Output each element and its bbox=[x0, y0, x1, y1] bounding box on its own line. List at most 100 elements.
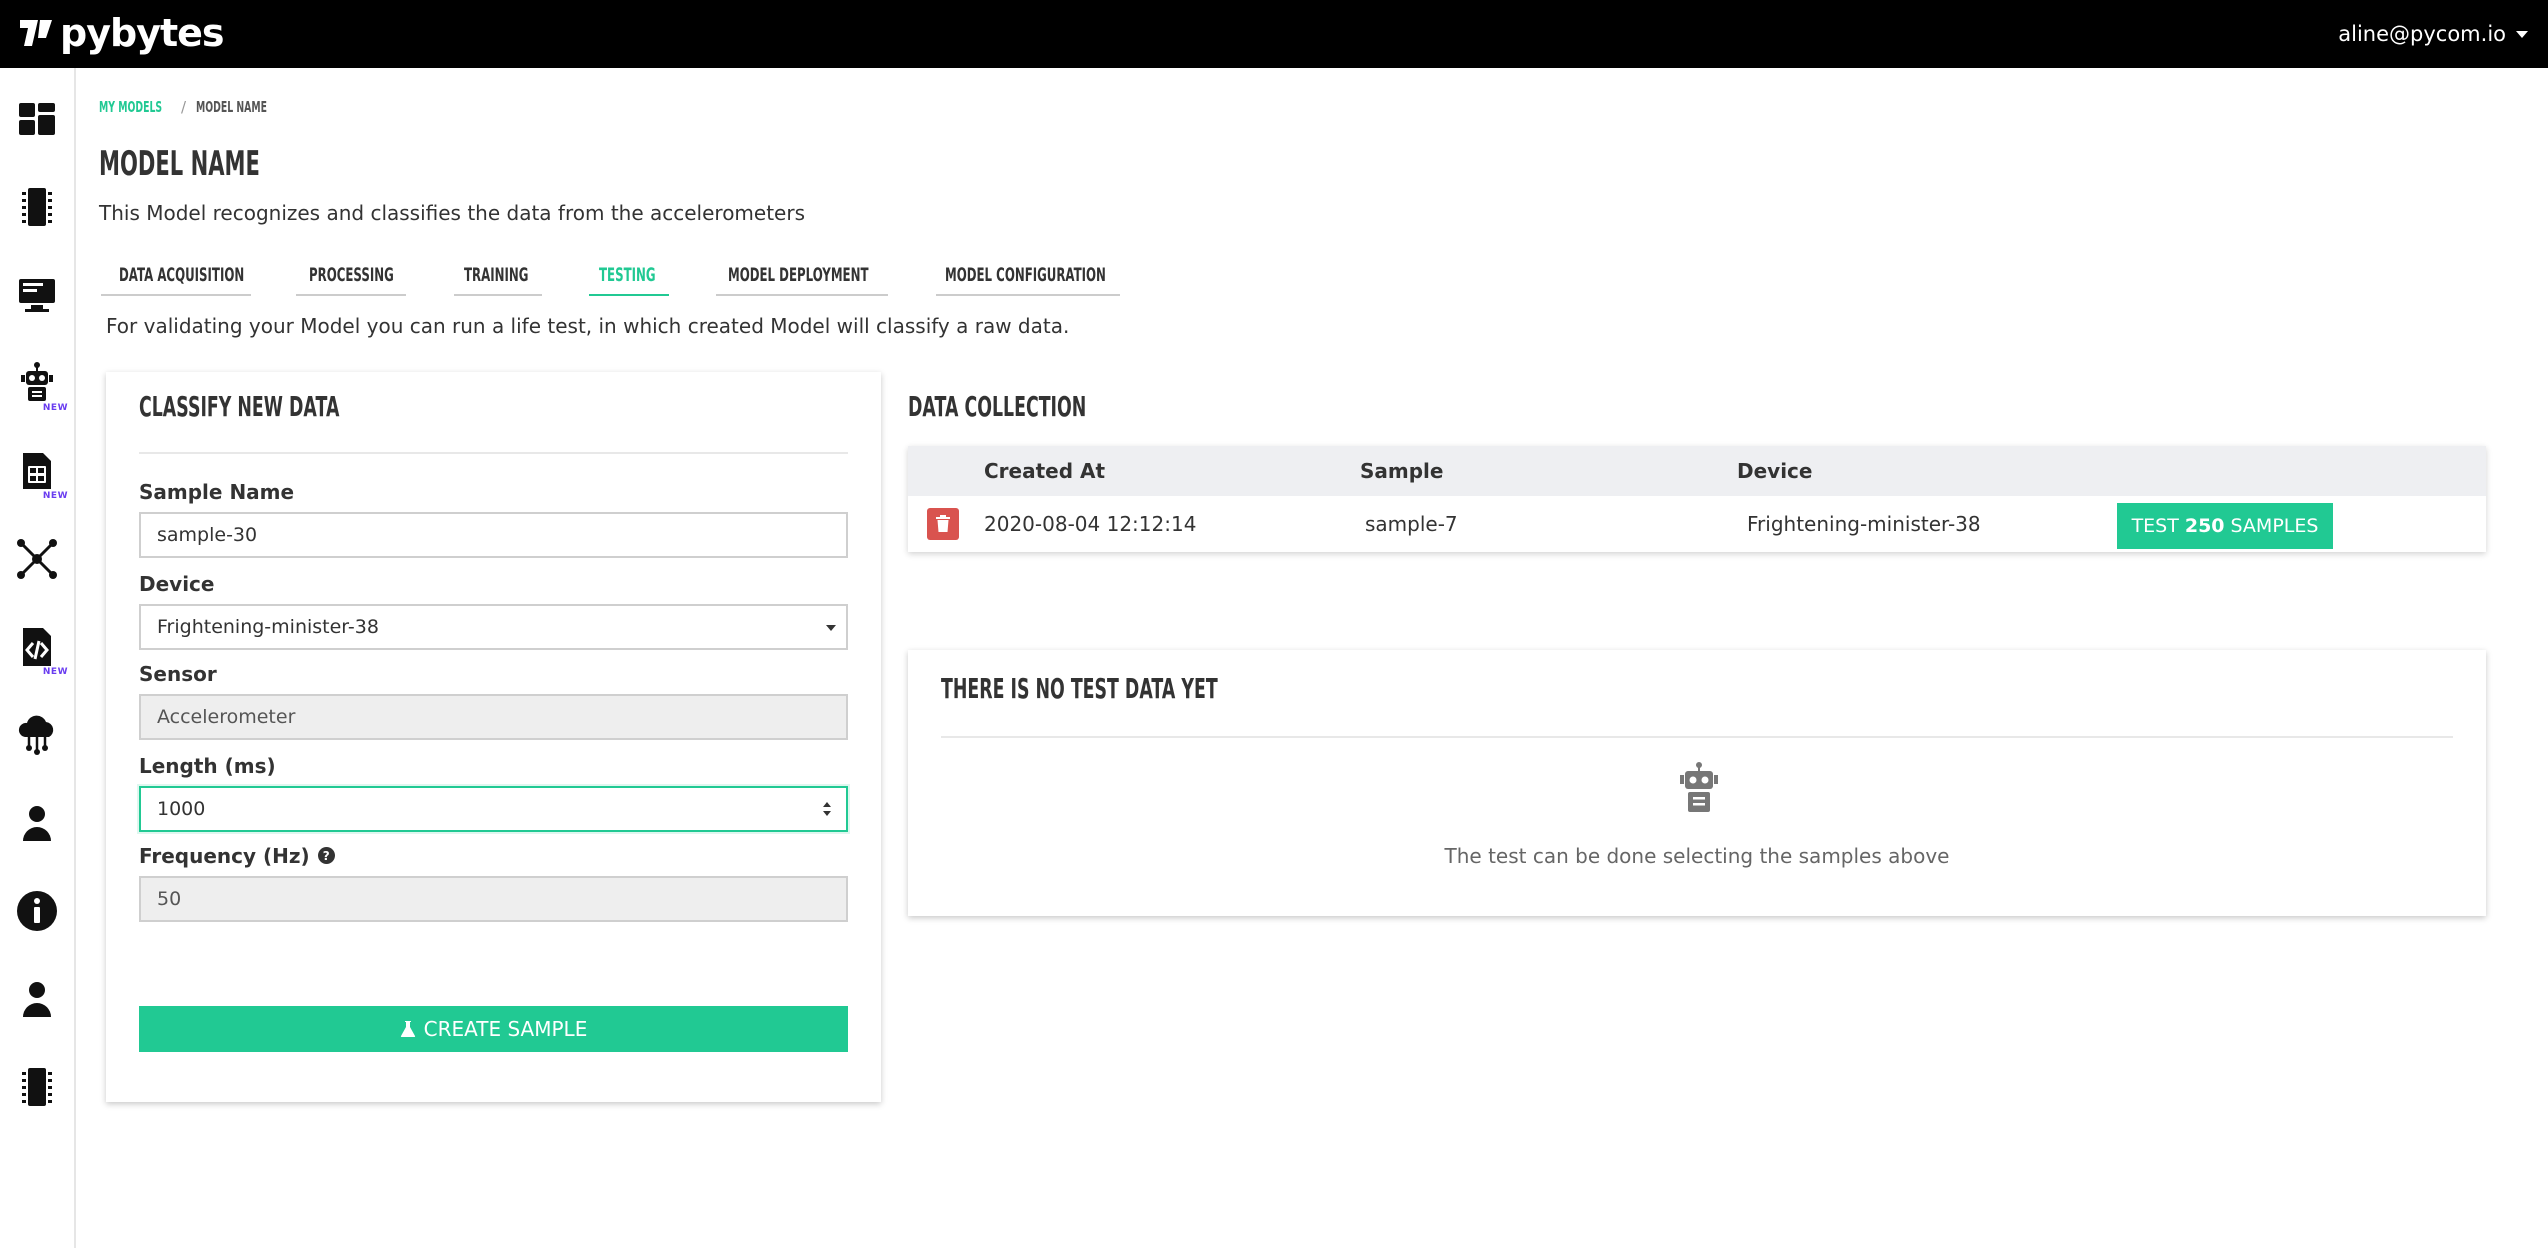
page-description: This Model recognizes and classifies the… bbox=[99, 201, 806, 225]
account-icon bbox=[23, 982, 51, 1017]
frequency-label-text: Frequency (Hz) bbox=[139, 844, 310, 868]
device-chip-icon bbox=[22, 1068, 52, 1106]
create-sample-button[interactable]: CREATE SAMPLE bbox=[139, 1006, 848, 1052]
tab-model-deployment[interactable]: MODEL DEPLOYMENT bbox=[716, 256, 888, 296]
new-badge: NEW bbox=[42, 667, 68, 677]
cell-device: Frightening-minister-38 bbox=[1747, 512, 1981, 536]
user-icon bbox=[23, 806, 51, 841]
sidebar-item-machine-learning[interactable]: NEW bbox=[0, 351, 74, 415]
card-divider bbox=[941, 736, 2453, 738]
tab-testing[interactable]: TESTING bbox=[589, 256, 669, 296]
new-badge: NEW bbox=[42, 403, 68, 413]
caret-down-icon bbox=[2516, 30, 2528, 38]
new-badge: NEW bbox=[42, 491, 68, 501]
cell-sample: sample-7 bbox=[1365, 512, 1458, 536]
tab-label: MODEL CONFIGURATION bbox=[945, 264, 1106, 286]
test-suffix: SAMPLES bbox=[2230, 515, 2319, 537]
tab-label: MODEL DEPLOYMENT bbox=[728, 264, 869, 286]
cell-created-at: 2020-08-04 12:12:14 bbox=[984, 512, 1197, 536]
trash-icon bbox=[936, 515, 950, 532]
column-created-at: Created At bbox=[984, 459, 1106, 483]
sim-card-icon bbox=[23, 453, 51, 489]
sensor-label: Sensor bbox=[139, 662, 217, 686]
breadcrumb-separator: / bbox=[181, 98, 187, 116]
pybytes-logo-icon bbox=[20, 20, 52, 46]
tab-label: TESTING bbox=[599, 264, 656, 286]
dashboard-icon bbox=[19, 103, 55, 135]
card-divider bbox=[139, 452, 848, 454]
frequency-label: Frequency (Hz)? bbox=[139, 844, 335, 868]
column-device: Device bbox=[1737, 459, 1813, 483]
pybytes-logo[interactable]: pybytes bbox=[18, 10, 224, 56]
projects-icon bbox=[19, 279, 55, 312]
sidebar-item-users[interactable] bbox=[0, 791, 74, 855]
logo-text: pybytes bbox=[60, 11, 224, 55]
sidebar-item-account[interactable] bbox=[0, 967, 74, 1031]
main-content: MY MODELS / MODEL NAME MODEL NAME This M… bbox=[99, 68, 2529, 1248]
delete-sample-button[interactable] bbox=[927, 508, 959, 540]
robot-icon bbox=[1680, 762, 1718, 812]
tab-label: TRAINING bbox=[464, 264, 529, 286]
length-value: 1000 bbox=[157, 798, 206, 820]
data-collection-title: DATA COLLECTION bbox=[908, 390, 1087, 423]
caret-down-icon bbox=[826, 625, 836, 631]
breadcrumb: MY MODELS / MODEL NAME bbox=[99, 97, 276, 117]
flask-icon bbox=[400, 1021, 415, 1037]
device-label: Device bbox=[139, 572, 215, 596]
sidebar-item-dashboard[interactable] bbox=[0, 87, 74, 151]
test-count: 250 bbox=[2184, 515, 2225, 537]
sidebar-item-firmware[interactable]: NEW bbox=[0, 615, 74, 679]
classify-new-data-card: CLASSIFY NEW DATA Sample Name sample-30 … bbox=[106, 372, 881, 1102]
network-icon bbox=[17, 539, 57, 579]
test-results-title: THERE IS NO TEST DATA YET bbox=[941, 672, 1218, 705]
breadcrumb-my-models-link[interactable]: MY MODELS bbox=[99, 98, 162, 116]
sidebar-item-info[interactable] bbox=[0, 879, 74, 943]
user-menu[interactable]: aline@pycom.io bbox=[2338, 0, 2528, 68]
help-icon[interactable]: ? bbox=[317, 847, 335, 864]
device-select-value: Frightening-minister-38 bbox=[157, 616, 379, 638]
table-header: Created At Sample Device bbox=[908, 446, 2486, 496]
tab-training[interactable]: TRAINING bbox=[454, 256, 542, 296]
page-title: MODEL NAME bbox=[99, 144, 260, 184]
sensor-value: Accelerometer bbox=[157, 706, 296, 728]
sidebar-item-networks[interactable] bbox=[0, 527, 74, 591]
breadcrumb-current: MODEL NAME bbox=[196, 98, 268, 116]
sidebar-item-integrations[interactable] bbox=[0, 703, 74, 767]
column-sample: Sample bbox=[1360, 459, 1444, 483]
sidebar-item-sim-cards[interactable]: NEW bbox=[0, 439, 74, 503]
frequency-value: 50 bbox=[157, 888, 182, 910]
tab-label: DATA ACQUISITION bbox=[118, 264, 244, 286]
sidebar-item-device-settings[interactable] bbox=[0, 1055, 74, 1119]
tab-processing[interactable]: PROCESSING bbox=[296, 256, 406, 296]
info-icon bbox=[17, 891, 57, 931]
test-samples-button[interactable]: TEST 250 SAMPLES bbox=[2117, 503, 2333, 549]
devices-icon bbox=[22, 188, 52, 226]
frequency-input: 50 bbox=[139, 876, 848, 922]
sensor-input: Accelerometer bbox=[139, 694, 848, 740]
sample-name-input[interactable]: sample-30 bbox=[139, 512, 848, 558]
top-bar: pybytes aline@pycom.io bbox=[0, 0, 2548, 68]
tab-data-acquisition[interactable]: DATA ACQUISITION bbox=[101, 256, 251, 296]
sidebar-item-devices[interactable] bbox=[0, 175, 74, 239]
testing-description: For validating your Model you can run a … bbox=[106, 314, 1070, 338]
classify-card-title: CLASSIFY NEW DATA bbox=[139, 390, 340, 423]
data-collection-table: Created At Sample Device 2020-08-04 12:1… bbox=[908, 446, 2486, 552]
sample-name-value: sample-30 bbox=[157, 524, 258, 546]
tab-label: PROCESSING bbox=[308, 264, 394, 286]
tab-model-configuration[interactable]: MODEL CONFIGURATION bbox=[936, 256, 1120, 296]
create-sample-label: CREATE SAMPLE bbox=[423, 1017, 588, 1041]
device-select[interactable]: Frightening-minister-38 bbox=[139, 604, 848, 650]
test-prefix: TEST bbox=[2131, 515, 2179, 537]
robot-icon bbox=[21, 362, 53, 401]
user-email: aline@pycom.io bbox=[2338, 22, 2506, 46]
sidebar: NEW NEW NEW bbox=[0, 68, 76, 1248]
length-label: Length (ms) bbox=[139, 754, 276, 778]
spinner-arrows-icon[interactable] bbox=[822, 799, 832, 819]
cloud-integration-icon bbox=[18, 715, 54, 755]
test-results-card: THERE IS NO TEST DATA YET The test can b… bbox=[908, 650, 2486, 916]
length-number-input[interactable]: 1000 bbox=[139, 786, 848, 832]
code-file-icon bbox=[23, 628, 51, 666]
empty-state-message: The test can be done selecting the sampl… bbox=[1444, 844, 1950, 868]
sample-name-label: Sample Name bbox=[139, 480, 295, 504]
sidebar-item-projects[interactable] bbox=[0, 263, 74, 327]
